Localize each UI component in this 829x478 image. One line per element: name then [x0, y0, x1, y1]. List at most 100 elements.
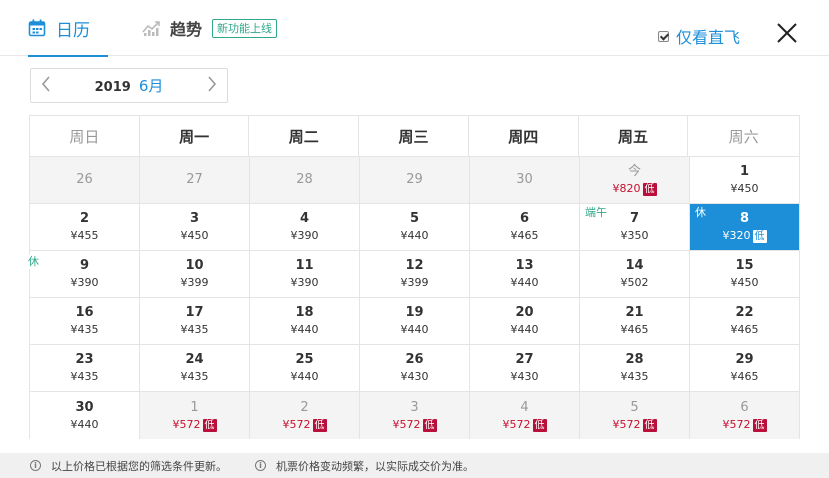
day-number: 11	[295, 258, 314, 273]
calendar-day[interactable]: 23 ¥435	[30, 345, 140, 392]
calendar-day[interactable]: 12 ¥399	[360, 251, 470, 298]
price-value: ¥390	[290, 276, 319, 289]
price-value: ¥350	[620, 229, 649, 242]
trend-chart-icon	[142, 19, 162, 37]
calendar-day[interactable]: 14 ¥502	[580, 251, 690, 298]
close-button[interactable]	[776, 22, 798, 44]
direct-only-toggle[interactable]: 仅看直飞	[658, 24, 740, 48]
day-number: 30	[75, 399, 94, 415]
day-price: ¥435	[71, 322, 99, 337]
calendar-day[interactable]: 26	[30, 157, 140, 204]
day-price: ¥350	[621, 228, 649, 243]
price-value: ¥450	[730, 182, 759, 195]
calendar-day[interactable]: 28 ¥435	[580, 345, 690, 392]
calendar-day[interactable]: 16 ¥435	[30, 298, 140, 345]
calendar-day[interactable]: 3 ¥572 低	[360, 392, 470, 439]
chevron-right-icon	[207, 75, 217, 96]
low-price-badge: 低	[532, 418, 547, 432]
next-month-button[interactable]	[197, 69, 227, 102]
calendar-day[interactable]: 10 ¥399	[140, 251, 250, 298]
calendar-day[interactable]: 3 ¥450	[140, 204, 250, 251]
day-price: ¥435	[181, 369, 209, 384]
calendar-day[interactable]: 27	[140, 157, 250, 204]
price-value: ¥440	[510, 276, 539, 289]
calendar-day[interactable]: 1 ¥572 低	[140, 392, 250, 439]
low-price-badge: 低	[642, 418, 657, 432]
calendar-day[interactable]: 29 ¥465	[690, 345, 799, 392]
calendar-day[interactable]: 11 ¥390	[250, 251, 360, 298]
footer-note-text: 机票价格变动频繁，以实际成交价为准。	[276, 459, 474, 473]
price-value: ¥572	[282, 417, 311, 431]
direct-only-checkbox[interactable]	[658, 30, 669, 42]
calendar-day[interactable]: 18 ¥440	[250, 298, 360, 345]
calendar-day[interactable]: 22 ¥465	[690, 298, 799, 345]
calendar-day[interactable]: 6 ¥465	[470, 204, 580, 251]
tab-trend[interactable]: 趋势 新功能上线	[142, 0, 278, 56]
calendar-day[interactable]: 5 ¥440	[360, 204, 470, 251]
calendar-day[interactable]: 27 ¥430	[470, 345, 580, 392]
weekday-tue: 周二	[249, 116, 360, 156]
tab-calendar[interactable]: 日历	[28, 0, 108, 57]
calendar-day[interactable]: 1 ¥450	[690, 157, 799, 204]
day-price: ¥440	[511, 275, 539, 290]
day-number: 4	[520, 399, 529, 415]
price-value: ¥572	[722, 417, 751, 431]
day-price: ¥502	[621, 275, 649, 290]
day-price: ¥450	[731, 181, 759, 196]
low-price-badge: 低	[752, 230, 767, 243]
calendar-day[interactable]: 5 ¥572 低	[580, 392, 690, 439]
calendar-day[interactable]: 30	[470, 157, 580, 204]
calendar-day[interactable]: 17 ¥435	[140, 298, 250, 345]
info-icon: i	[30, 460, 41, 471]
calendar-day[interactable]: 26 ¥430	[360, 345, 470, 392]
calendar-day[interactable]: 6 ¥572 低	[690, 392, 799, 439]
prev-month-button[interactable]	[31, 69, 61, 102]
day-price: ¥440	[291, 369, 319, 384]
day-price: ¥465	[621, 322, 649, 337]
tab-calendar-label: 日历	[56, 20, 90, 41]
calendar-day[interactable]: 24 ¥435	[140, 345, 250, 392]
day-number: 10	[185, 258, 204, 273]
calendar-day[interactable]: 2 ¥455	[30, 204, 140, 251]
day-number: 26	[76, 172, 93, 187]
day-number: 6	[519, 211, 530, 226]
price-value: ¥465	[510, 229, 539, 242]
calendar-day[interactable]: 4 ¥572 低	[470, 392, 580, 439]
day-number: 21	[625, 305, 644, 320]
calendar-day[interactable]: 29	[360, 157, 470, 204]
calendar-day[interactable]: 端午 7 ¥350	[580, 204, 690, 251]
weekday-sat: 周六	[728, 127, 759, 146]
calendar-day[interactable]: 20 ¥440	[470, 298, 580, 345]
price-value: ¥430	[400, 370, 429, 383]
calendar-day[interactable]: 28	[250, 157, 360, 204]
weekday-header: 周日 周一 周二 周三 周四 周五 周六	[30, 116, 799, 157]
footer-notes: i 以上价格已根据您的筛选条件更新。 i 机票价格变动频繁，以实际成交价为准。	[0, 453, 829, 478]
price-value: ¥390	[70, 276, 99, 289]
day-number: 30	[516, 172, 533, 187]
day-number: 9	[79, 258, 90, 273]
price-value: ¥430	[510, 370, 539, 383]
day-price: ¥440	[511, 322, 539, 337]
calendar-day[interactable]: 4 ¥390	[250, 204, 360, 251]
calendar-day[interactable]: 19 ¥440	[360, 298, 470, 345]
price-value: ¥465	[620, 323, 649, 336]
day-price: ¥455	[71, 228, 99, 243]
calendar-day[interactable]: 2 ¥572 低	[250, 392, 360, 439]
day-number: 3	[189, 211, 200, 226]
price-value: ¥435	[180, 323, 209, 336]
calendar-day-selected[interactable]: 休 8 ¥320 低	[690, 204, 799, 251]
calendar-icon	[28, 19, 46, 37]
calendar-day[interactable]: 21 ¥465	[580, 298, 690, 345]
day-number: 13	[515, 258, 534, 273]
day-price: ¥399	[181, 275, 209, 290]
calendar-day[interactable]: 今 ¥820 低	[580, 157, 690, 204]
price-value: ¥399	[400, 276, 429, 289]
calendar-day[interactable]: 30 ¥440	[30, 392, 140, 439]
price-value: ¥455	[70, 229, 99, 242]
calendar-day[interactable]: 休 9 ¥390	[26, 251, 140, 298]
calendar-day[interactable]: 15 ¥450	[690, 251, 799, 298]
calendar-day[interactable]: 25 ¥440	[250, 345, 360, 392]
calendar-day[interactable]: 13 ¥440	[470, 251, 580, 298]
day-number: 12	[405, 258, 424, 273]
low-price-badge: 低	[312, 418, 327, 432]
